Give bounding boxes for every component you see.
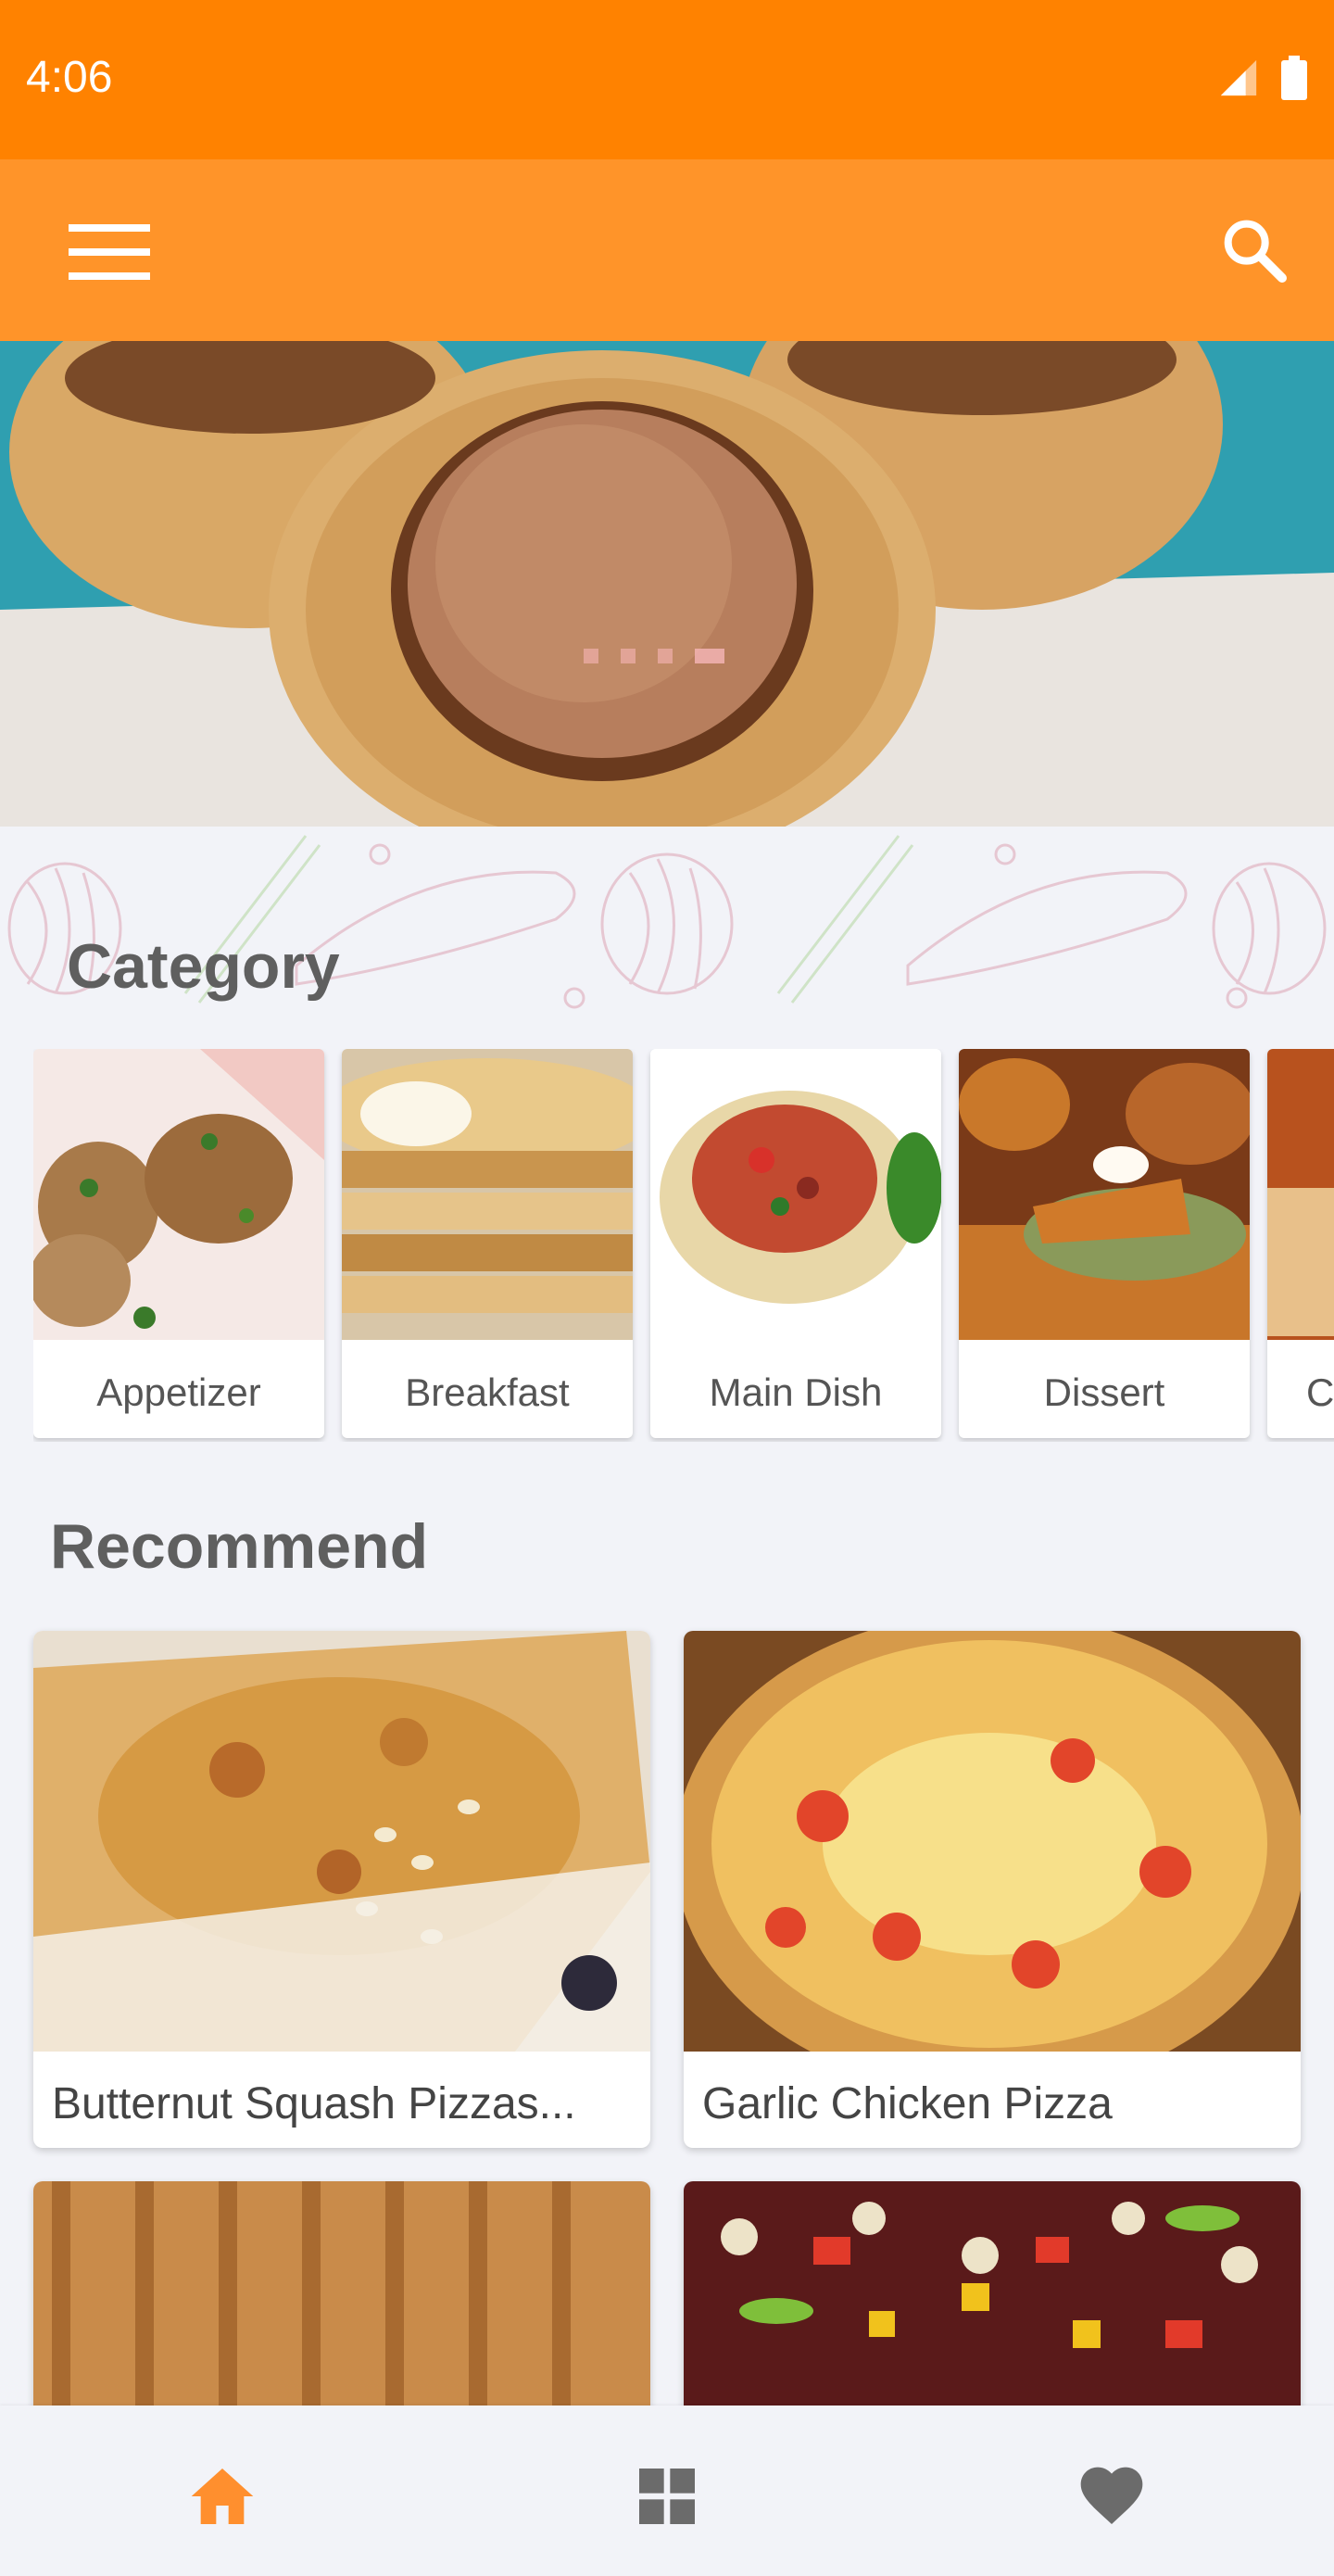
carousel-dot-active[interactable] (695, 649, 724, 663)
category-label: Appetizer (96, 1370, 261, 1414)
carousel-dot[interactable] (621, 649, 636, 663)
menu-button[interactable] (65, 221, 154, 284)
category-image (342, 1049, 633, 1340)
recipe-title: Butternut Squash Pizzas... (52, 2078, 576, 2128)
home-icon (191, 2469, 254, 2524)
search-icon (1224, 220, 1287, 283)
category-card-main-dish[interactable]: Main Dish (650, 1049, 941, 1438)
bottom-navigation (0, 2406, 1334, 2576)
category-image (650, 1049, 941, 1340)
grid-icon (639, 2469, 695, 2524)
category-title: Category (67, 931, 340, 1002)
heart-icon (1080, 2467, 1143, 2524)
status-icons (1217, 56, 1308, 100)
recipe-image (684, 1631, 1301, 2094)
category-label: Main Dish (709, 1370, 883, 1414)
recommend-title: Recommend (50, 1511, 429, 1582)
hero-image (0, 341, 1334, 827)
category-card-appetizer[interactable]: Appetizer (33, 1049, 324, 1438)
carousel-dot[interactable] (584, 649, 598, 663)
recipe-card[interactable]: Butternut Squash Pizzas... (33, 1631, 650, 2148)
category-image (959, 1049, 1250, 1340)
carousel-dot[interactable] (658, 649, 673, 663)
battery-icon (1281, 56, 1307, 100)
category-card-partial[interactable]: C (1267, 1049, 1334, 1438)
status-time: 4:06 (26, 53, 113, 102)
signal-icon (1220, 59, 1257, 96)
carousel-indicator (584, 649, 724, 663)
category-label: C (1306, 1370, 1334, 1414)
category-image (33, 1049, 324, 1340)
category-label: Dissert (1043, 1370, 1165, 1414)
category-card-dissert[interactable]: Dissert (959, 1049, 1250, 1438)
category-label: Breakfast (405, 1370, 570, 1414)
status-bar: 4:06 (0, 0, 1334, 159)
search-button[interactable] (1217, 213, 1291, 287)
category-list[interactable]: Appetizer Breakfast Main Dish Dissert C (33, 1049, 1334, 1442)
nav-home[interactable] (185, 2459, 259, 2533)
hamburger-menu-icon (69, 224, 150, 280)
nav-favorites[interactable] (1075, 2459, 1149, 2533)
recipe-card[interactable]: Garlic Chicken Pizza (684, 1631, 1301, 2148)
category-image (1267, 1049, 1334, 1340)
recipe-image (33, 1631, 650, 2052)
app-bar (0, 159, 1334, 341)
category-card-breakfast[interactable]: Breakfast (342, 1049, 633, 1438)
recipe-title: Garlic Chicken Pizza (702, 2078, 1113, 2128)
nav-categories[interactable] (630, 2459, 704, 2533)
hero-banner[interactable] (0, 341, 1334, 827)
